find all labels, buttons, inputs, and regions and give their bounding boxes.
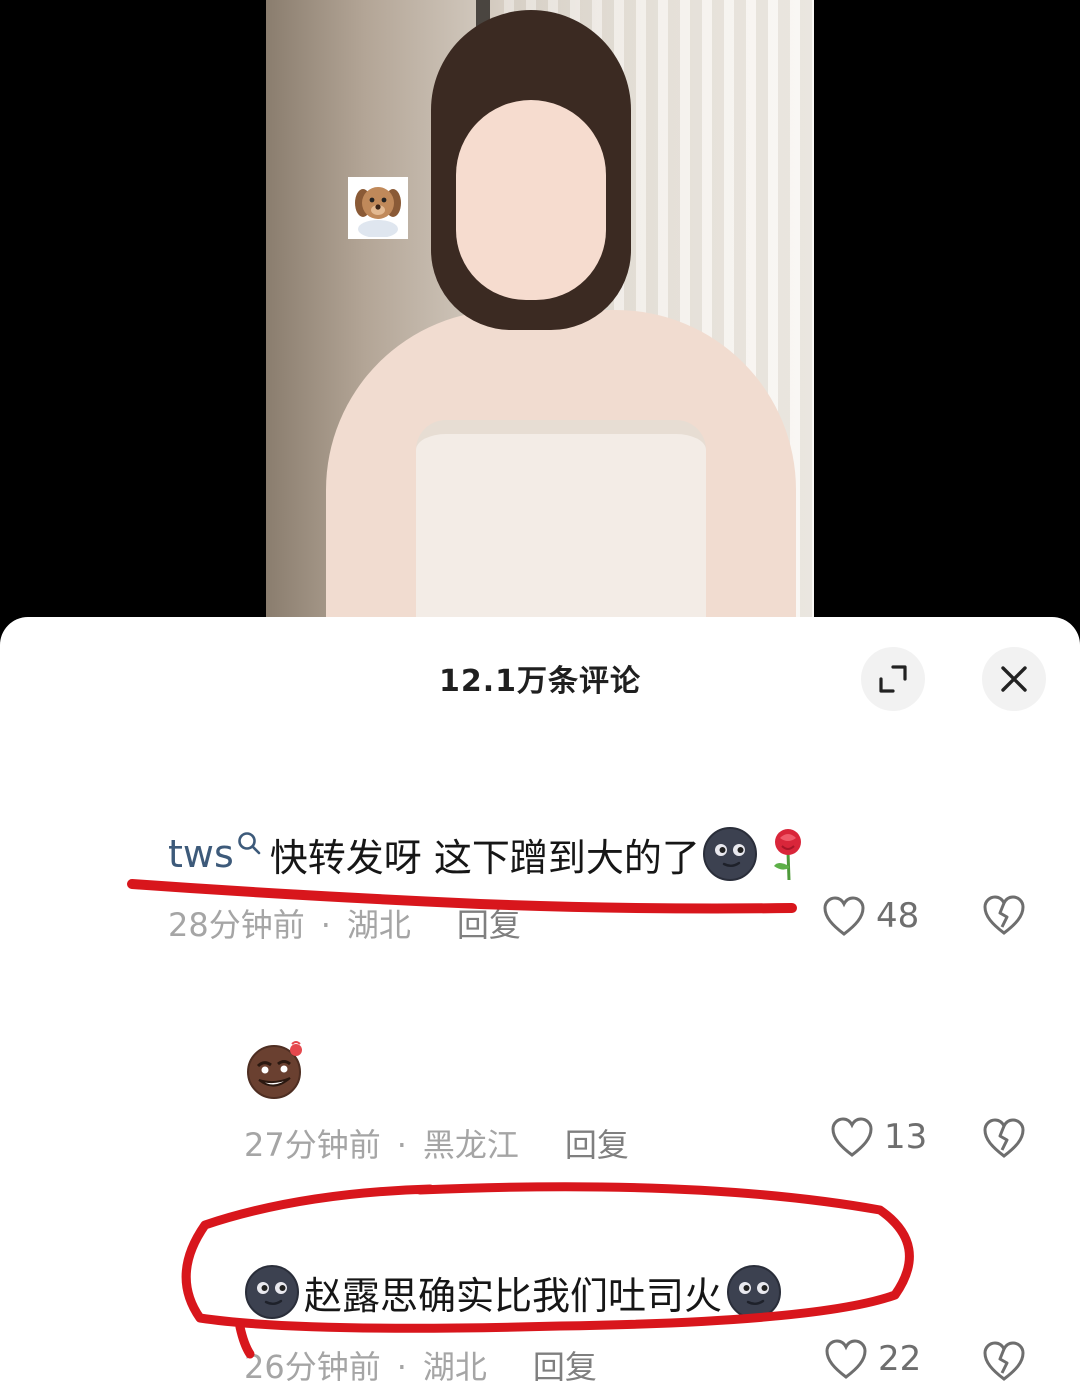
comment-2-dislike-button[interactable] — [982, 1117, 1026, 1163]
comment-1-text: 快转发呀 这下蹭到大的了 — [269, 835, 700, 880]
expand-button[interactable] — [861, 647, 925, 711]
new-moon-face-icon — [245, 1265, 299, 1319]
expand-icon — [879, 665, 907, 693]
comment-1-like-button[interactable]: 48 — [822, 895, 919, 937]
comment-2-reply-button[interactable]: 回复 — [565, 1126, 629, 1164]
comment-3-dislike-button[interactable] — [982, 1340, 1026, 1386]
separator: · — [396, 1348, 407, 1386]
comment-1-dislike-button[interactable] — [982, 894, 1026, 940]
comment-2-like-button[interactable]: 13 — [830, 1116, 927, 1158]
comment-3-reply-button[interactable]: 回复 — [533, 1348, 597, 1386]
comment-1-username[interactable]: tws — [168, 832, 234, 876]
broken-heart-icon — [983, 1118, 1025, 1158]
comment-3-time: 26分钟前 — [244, 1348, 381, 1386]
comment-3-like-count: 22 — [878, 1339, 922, 1379]
close-button[interactable] — [982, 647, 1046, 711]
separator: · — [320, 906, 331, 944]
comment-3-text: 赵露思确实比我们吐司火 — [304, 1273, 723, 1318]
heart-icon — [825, 1339, 867, 1379]
comment-3-meta: 26分钟前 · 湖北 回复 — [244, 1342, 597, 1388]
video-frame — [266, 0, 814, 640]
video-player[interactable] — [0, 0, 1080, 640]
comment-2-like-count: 13 — [884, 1117, 928, 1157]
smirking-cookie-face-icon — [247, 1041, 302, 1099]
new-moon-face-icon — [702, 827, 757, 881]
close-icon — [1001, 666, 1027, 692]
broken-heart-icon — [983, 895, 1025, 935]
comment-3: 赵露思确实比我们吐司火 — [244, 1264, 782, 1320]
puppy-sticker — [348, 177, 408, 239]
comment-3-location: 湖北 — [422, 1348, 487, 1386]
comment-3-like-button[interactable]: 22 — [824, 1338, 921, 1380]
person-dress — [416, 420, 706, 640]
new-moon-face-icon — [727, 1265, 782, 1319]
broken-heart-icon — [983, 1341, 1025, 1381]
person-face — [456, 100, 606, 300]
heart-icon — [823, 896, 865, 936]
comment-1-time: 28分钟前 — [168, 906, 305, 944]
separator: · — [396, 1126, 407, 1164]
comment-1-like-count: 48 — [876, 896, 920, 936]
comment-2-meta: 27分钟前 · 黑龙江 回复 — [244, 1120, 629, 1166]
comment-1-reply-button[interactable]: 回复 — [457, 906, 521, 944]
comment-2 — [244, 1040, 306, 1100]
heart-icon — [831, 1117, 873, 1157]
rose-icon — [773, 829, 801, 881]
comment-1-location: 湖北 — [346, 906, 411, 944]
comment-1: tws 快转发呀 这下蹭到大的了 — [168, 826, 812, 882]
search-icon[interactable] — [236, 830, 264, 860]
comment-2-time: 27分钟前 — [244, 1126, 381, 1164]
comment-2-location: 黑龙江 — [422, 1126, 519, 1164]
comment-1-meta: 28分钟前 · 湖北 回复 — [168, 900, 521, 946]
